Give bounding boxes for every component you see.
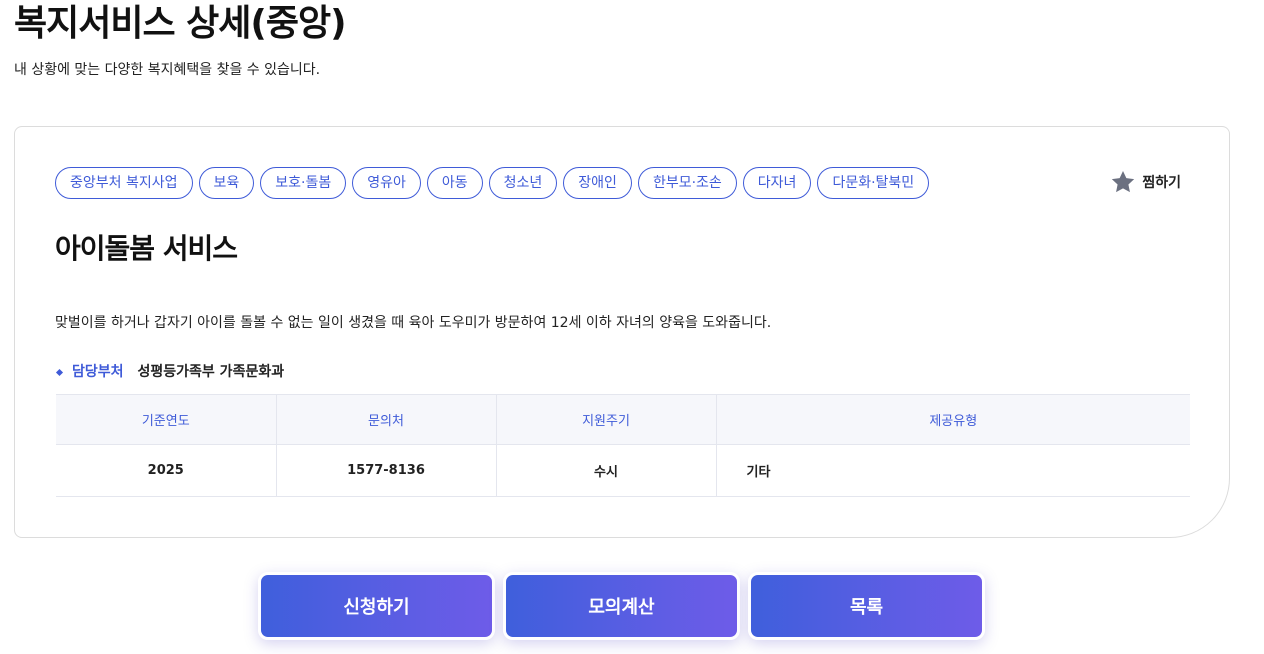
header-support-cycle: 지원주기: [496, 394, 717, 445]
tag-central-welfare[interactable]: 중앙부처 복지사업: [55, 167, 193, 199]
table-header-row: 기준연도 문의처 지원주기 제공유형: [56, 394, 1190, 445]
tag-childcare[interactable]: 보육: [198, 167, 255, 199]
tag-infant[interactable]: 영유아: [352, 167, 421, 199]
cell-contact: 1577-8136: [276, 444, 497, 497]
favorite-label: 찜하기: [1142, 175, 1181, 191]
department-row: 담당부처 성평등가족부 가족문화과: [55, 362, 284, 382]
table-row: 2025 1577-8136 수시 기타: [56, 444, 1190, 497]
service-description: 맞벌이를 하거나 갑자기 아이를 돌볼 수 없는 일이 생겼을 때 육아 도우미…: [55, 315, 772, 331]
cell-provision-type: 기타: [716, 444, 1190, 497]
action-buttons: 신청하기 모의계산 목록: [258, 572, 985, 640]
cell-base-year: 2025: [56, 444, 277, 497]
service-info-table: 기준연도 문의처 지원주기 제공유형 2025 1577-8136 수시 기타: [56, 394, 1190, 497]
apply-button[interactable]: 신청하기: [258, 572, 495, 640]
tag-child[interactable]: 아동: [426, 167, 483, 199]
department-label: 담당부처: [72, 364, 124, 380]
department-value: 성평등가족부 가족문화과: [137, 364, 285, 380]
service-title: 아이돌봄 서비스: [55, 232, 238, 265]
simulate-button[interactable]: 모의계산: [503, 572, 740, 640]
tag-multicultural[interactable]: 다문화·탈북민: [817, 167, 930, 199]
list-button[interactable]: 목록: [748, 572, 985, 640]
category-tags: 중앙부처 복지사업 보육 보호·돌봄 영유아 아동 청소년 장애인 한부모·조손…: [55, 167, 930, 199]
favorite-button[interactable]: 찜하기: [1110, 169, 1181, 195]
tag-multi-child[interactable]: 다자녀: [742, 167, 812, 199]
tag-protection-care[interactable]: 보호·돌봄: [260, 167, 347, 199]
header-contact: 문의처: [276, 394, 497, 445]
tag-disabled[interactable]: 장애인: [563, 167, 632, 199]
page-title: 복지서비스 상세(중앙): [14, 3, 347, 44]
cell-support-cycle: 수시: [496, 444, 717, 497]
service-detail-card: 중앙부처 복지사업 보육 보호·돌봄 영유아 아동 청소년 장애인 한부모·조손…: [14, 126, 1230, 538]
star-icon: [1110, 169, 1136, 195]
page-subtitle: 내 상황에 맞는 다양한 복지혜택을 찾을 수 있습니다.: [14, 62, 321, 78]
header-provision-type: 제공유형: [716, 394, 1190, 445]
diamond-bullet-icon: [55, 368, 64, 376]
tag-single-parent[interactable]: 한부모·조손: [637, 167, 737, 199]
header-base-year: 기준연도: [56, 394, 277, 445]
tag-youth[interactable]: 청소년: [488, 167, 558, 199]
